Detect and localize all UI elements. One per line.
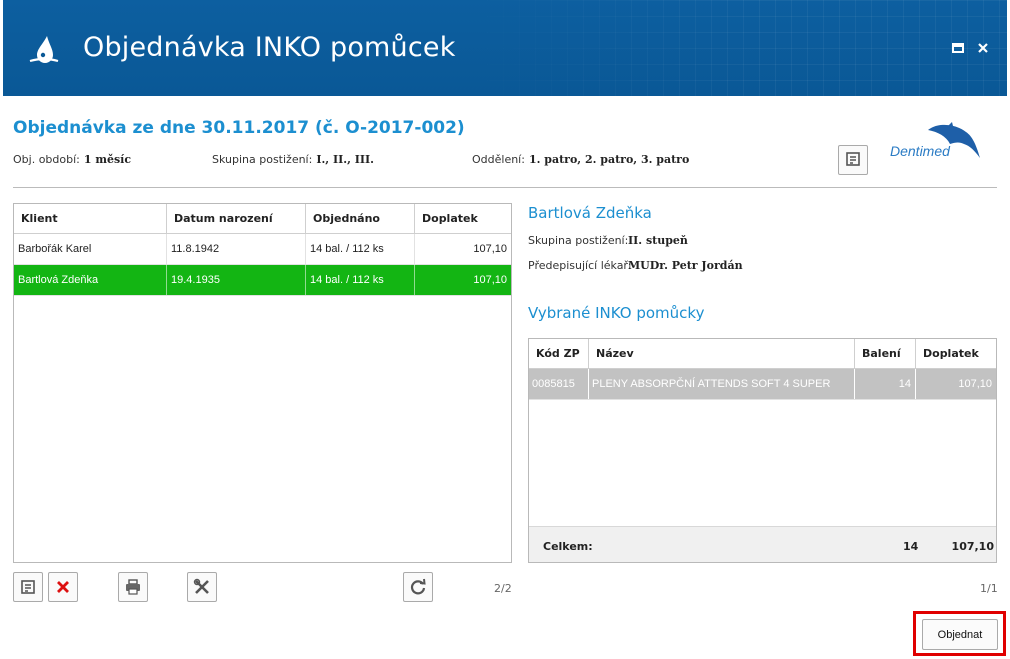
tools-icon — [193, 578, 209, 594]
total-label: Celkem: — [543, 540, 593, 553]
refresh-icon — [410, 578, 426, 595]
cell-name: PLENY ABSORPČNÍ ATTENDS SOFT 4 SUPER — [589, 369, 855, 399]
column-header-copay[interactable]: Doplatek — [916, 339, 996, 368]
table-row[interactable]: 0085815 PLENY ABSORPČNÍ ATTENDS SOFT 4 S… — [529, 369, 996, 400]
cell-code: 0085815 — [529, 369, 589, 399]
column-header-packs[interactable]: Balení — [855, 339, 916, 368]
department-info: Oddělení: 1. patro, 2. patro, 3. patro — [472, 153, 689, 166]
items-table-header: Kód ZP Název Balení Doplatek — [529, 339, 996, 369]
group-info: Skupina postižení: I., II., III. — [212, 153, 374, 166]
refresh-button[interactable] — [403, 572, 433, 602]
column-header-code[interactable]: Kód ZP — [529, 339, 589, 368]
clients-table-header: Klient Datum narození Objednáno Doplatek — [14, 204, 511, 234]
order-title: Objednávka ze dne 30.11.2017 (č. O-2017-… — [13, 118, 465, 138]
logo-text: Dentimed — [890, 143, 950, 159]
cell-copay: 107,10 — [473, 243, 507, 255]
cell-copay: 107,10 — [473, 274, 507, 286]
items-title: Vybrané INKO pomůcky — [528, 304, 705, 322]
patient-group-label: Skupina postižení: — [528, 234, 629, 247]
cell-birthdate: 11.8.1942 — [167, 234, 306, 264]
items-total-row: Celkem: 14 107,10 — [529, 526, 996, 562]
column-header-client[interactable]: Klient — [14, 204, 167, 233]
items-pager: 1/1 — [980, 582, 998, 595]
department-value: 1. patro, 2. patro, 3. patro — [528, 153, 690, 166]
water-drop-icon — [29, 36, 59, 63]
cell-ordered: 14 bal. / 112 ks — [306, 234, 415, 264]
divider — [13, 187, 997, 188]
cell-client: Barbořák Karel — [14, 234, 167, 264]
period-info: Obj. období: 1 měsíc — [13, 153, 131, 166]
department-label: Oddělení: — [472, 153, 525, 166]
patient-doctor: Předepisující lékař: MUDr. Petr Jordán — [528, 259, 743, 272]
print-button[interactable] — [118, 572, 148, 602]
cell-client: Bartlová Zdeňka — [14, 265, 167, 295]
group-value: I., II., III. — [316, 153, 375, 166]
cell-copay: 107,10 — [958, 378, 992, 390]
edit-note-button[interactable] — [13, 572, 43, 602]
column-header-birthdate[interactable]: Datum narození — [167, 204, 306, 233]
cell-packs: 14 — [855, 369, 916, 399]
patient-doctor-label: Předepisující lékař: — [528, 259, 632, 272]
printer-icon — [126, 579, 140, 595]
cell-birthdate: 19.4.1935 — [167, 265, 306, 295]
patient-doctor-value: MUDr. Petr Jordán — [628, 259, 743, 272]
cell-ordered: 14 bal. / 112 ks — [306, 265, 415, 295]
clients-pager: 2/2 — [494, 582, 512, 595]
delete-x-icon — [57, 581, 69, 593]
delete-button[interactable] — [48, 572, 78, 602]
items-table: Kód ZP Název Balení Doplatek 0085815 PLE… — [528, 338, 997, 563]
total-copay: 107,10 — [951, 540, 994, 553]
column-header-ordered[interactable]: Objednáno — [306, 204, 415, 233]
note-button[interactable] — [838, 145, 868, 175]
note-icon — [846, 151, 860, 166]
total-packs: 14 — [903, 540, 919, 553]
clients-table: Klient Datum narození Objednáno Doplatek… — [13, 203, 512, 563]
group-label: Skupina postižení: — [212, 153, 313, 166]
order-button[interactable]: Objednat — [922, 619, 998, 650]
patient-group-value: II. stupeň — [628, 234, 688, 247]
patient-group: Skupina postižení: II. stupeň — [528, 234, 688, 247]
column-header-name[interactable]: Název — [589, 339, 855, 368]
note-icon — [21, 580, 35, 594]
column-header-copay[interactable]: Doplatek — [415, 204, 511, 233]
title-bar: Objednávka INKO pomůcek — [3, 0, 1007, 96]
period-label: Obj. období: — [13, 153, 80, 166]
tools-button[interactable] — [187, 572, 217, 602]
patient-name: Bartlová Zdeňka — [528, 204, 652, 222]
table-row-selected[interactable]: Bartlová Zdeňka 19.4.1935 14 bal. / 112 … — [14, 265, 511, 296]
maximize-icon[interactable] — [950, 40, 966, 56]
period-value: 1 měsíc — [83, 153, 132, 166]
table-row[interactable]: Barbořák Karel 11.8.1942 14 bal. / 112 k… — [14, 234, 511, 265]
close-icon[interactable] — [975, 40, 991, 56]
window-title: Objednávka INKO pomůcek — [83, 32, 456, 63]
